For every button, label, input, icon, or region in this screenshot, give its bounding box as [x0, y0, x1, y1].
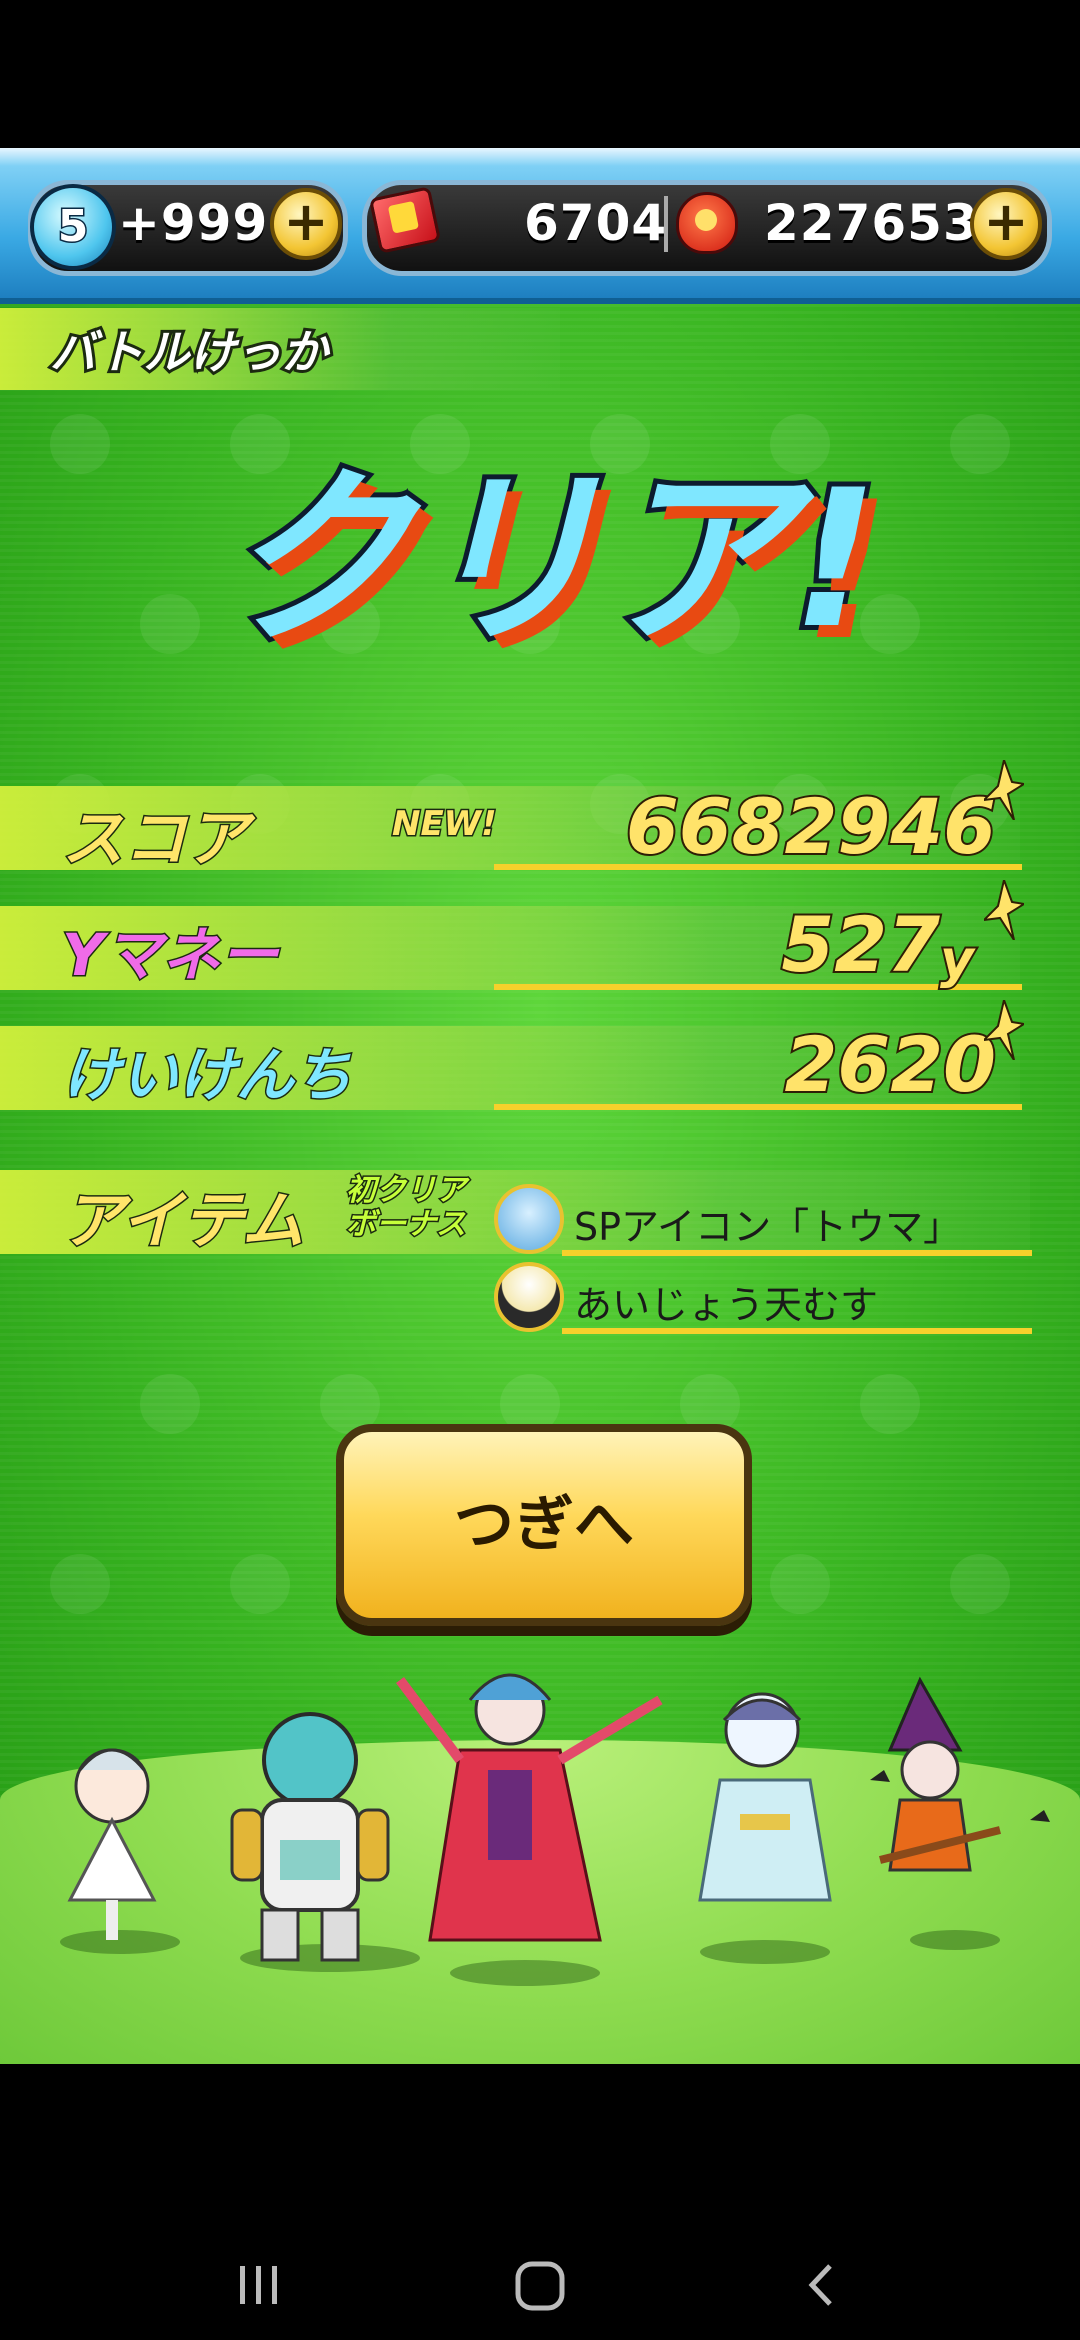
back-button[interactable] [796, 2260, 846, 2310]
exp-value: 2620 [782, 1018, 998, 1111]
onigiri-icon [494, 1262, 564, 1332]
items-label: アイテム [61, 1183, 306, 1259]
bonus-line-1: 初クリア [345, 1172, 468, 1209]
system-navigation-bar [0, 2064, 1080, 2340]
new-badge: NEW! [391, 803, 499, 846]
ymoney-unit: y [938, 928, 976, 992]
character-ballerina [67, 1748, 157, 1940]
ymoney-label: Yマネー [61, 920, 280, 991]
character-kimono-lady [396, 1673, 663, 1942]
item-row: SPアイコン「トウマ」 [492, 1182, 1032, 1256]
ticket-count: 6704 [524, 194, 668, 252]
next-button-label: つぎへ [454, 1490, 634, 1560]
add-stamina-button[interactable]: + [270, 188, 342, 260]
character-party [67, 1673, 1050, 1962]
character-ghost [698, 1692, 832, 1902]
item-underline [562, 1250, 1032, 1256]
top-status-bar: 5 +999 + 6704 227653 + [0, 148, 1080, 304]
sparkle-icon [984, 1000, 1024, 1060]
score-label: スコア [60, 801, 249, 877]
item-row: あいじょう天むす [492, 1260, 1032, 1334]
divider [664, 196, 668, 252]
section-title: バトルけっか [47, 322, 330, 382]
item-name: あいじょう天むす [574, 1283, 879, 1327]
money-bag-icon [676, 192, 738, 254]
character-portrait-icon [494, 1184, 564, 1254]
exp-label: けいけんち [60, 1040, 353, 1111]
home-icon [515, 2261, 565, 2311]
sparkle-icon [984, 760, 1024, 820]
level-badge: 5 [30, 184, 116, 270]
back-icon [808, 2264, 832, 2306]
recent-apps-icon [240, 2266, 277, 2304]
sparkle-icon [984, 880, 1024, 940]
score-value: 6682946 [624, 780, 998, 873]
recent-apps-button[interactable] [234, 2260, 284, 2310]
plus-icon: + [283, 190, 329, 253]
home-button[interactable] [514, 2260, 566, 2312]
stamina-value: +999 [118, 194, 269, 252]
money-value: 227653 [764, 194, 979, 252]
item-name: SPアイコン「トウマ」 [574, 1205, 962, 1249]
character-witch [870, 1676, 1050, 1872]
add-money-button[interactable]: + [970, 188, 1042, 260]
ymoney-value: 527 [779, 898, 942, 991]
level-value: 5 [56, 200, 90, 254]
clear-banner: クリア! [217, 444, 884, 675]
bonus-line-2: ボーナス [345, 1206, 468, 1243]
character-robot [230, 1712, 390, 1962]
next-button[interactable]: つぎへ [336, 1424, 752, 1626]
plus-icon: + [983, 190, 1029, 253]
item-underline [562, 1328, 1032, 1334]
first-clear-bonus-tag: 初クリア ボーナス [345, 1172, 496, 1243]
